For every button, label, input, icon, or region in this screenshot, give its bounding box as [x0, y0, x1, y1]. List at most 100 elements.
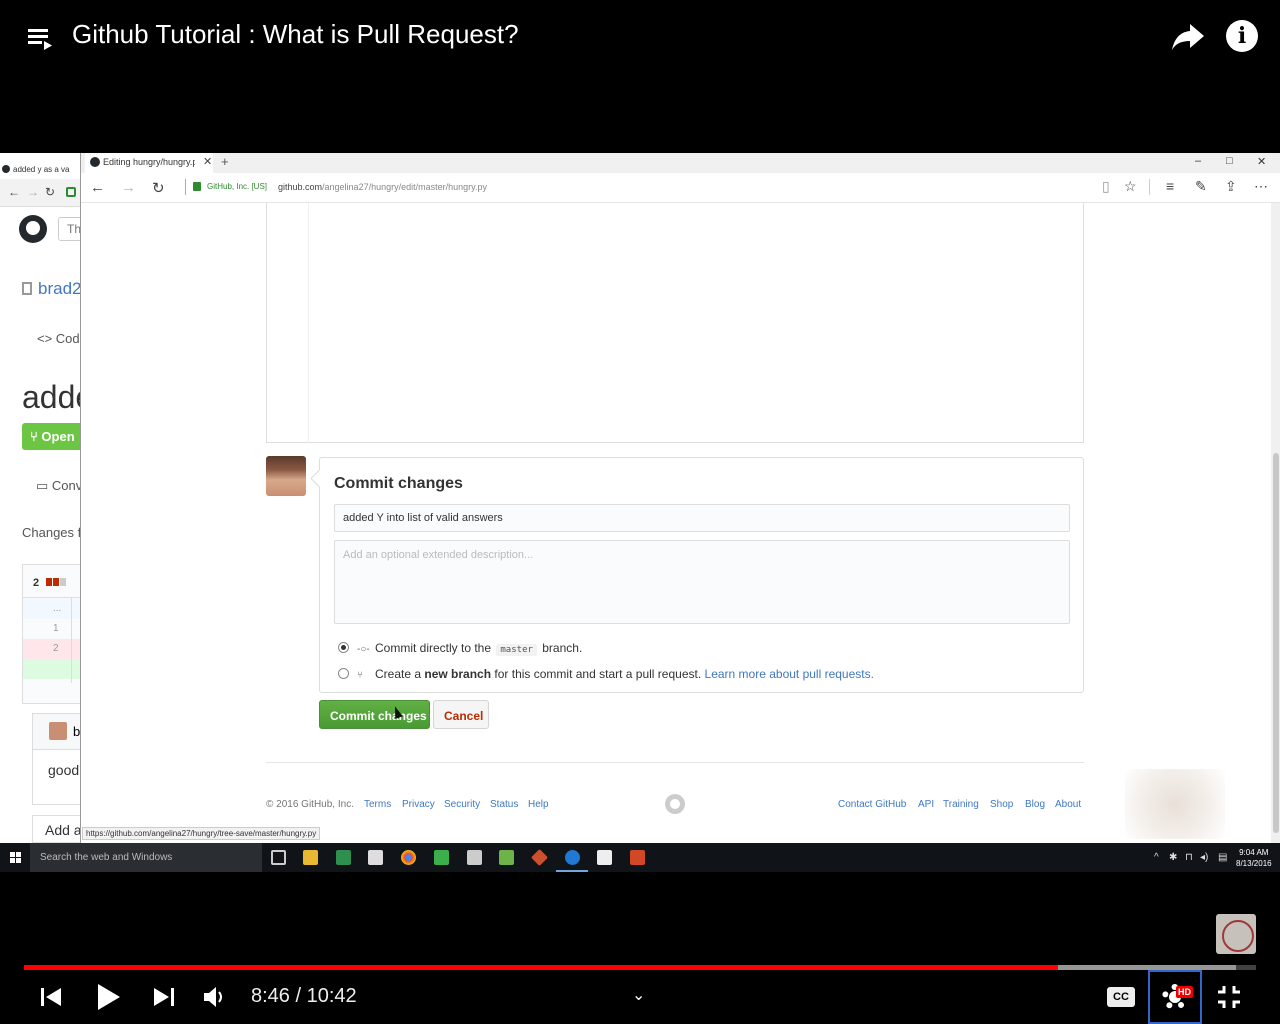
code-icon: <>: [37, 331, 56, 346]
footer-link-status[interactable]: Status: [490, 799, 518, 810]
footer-link-privacy[interactable]: Privacy: [402, 799, 435, 810]
watermark-logo: [1125, 769, 1225, 839]
github-footer-logo-icon[interactable]: [665, 794, 685, 814]
url-field[interactable]: github.com/angelina27/hungry/edit/master…: [278, 182, 487, 192]
volume-icon[interactable]: [203, 985, 227, 1009]
new-branch-option[interactable]: ⑂ Create a new branch for this commit and…: [338, 667, 874, 681]
commit-description-input[interactable]: Add an optional extended description...: [334, 540, 1070, 624]
tray-expand-icon[interactable]: ^: [1154, 852, 1159, 863]
footer-link-training[interactable]: Training: [943, 799, 979, 810]
diff-row: [23, 659, 81, 679]
forward-icon[interactable]: →: [27, 185, 39, 199]
footer-link-shop[interactable]: Shop: [990, 799, 1013, 810]
taskbar-search-input[interactable]: Search the web and Windows: [30, 843, 262, 872]
share-icon[interactable]: [1170, 20, 1206, 52]
store-icon[interactable]: [368, 850, 383, 865]
minimize-icon[interactable]: –: [1195, 155, 1201, 167]
notepadpp-icon[interactable]: [499, 850, 514, 865]
footer-link-about[interactable]: About: [1055, 799, 1081, 810]
background-diff-view: 2 ... 1 2: [22, 564, 81, 704]
file-explorer-icon[interactable]: [303, 850, 318, 865]
video-frame[interactable]: added y as a va ← → ↻ Th brad2 <> Cod ad…: [0, 153, 1280, 872]
taskbar-clock[interactable]: 9:04 AM 8/13/2016: [1236, 847, 1272, 869]
channel-watermark-logo[interactable]: [1216, 914, 1256, 954]
hub-icon[interactable]: ≡: [1166, 178, 1174, 194]
code-editor[interactable]: [266, 203, 1084, 443]
captions-button[interactable]: CC: [1107, 987, 1135, 1007]
playlist-icon[interactable]: [26, 24, 54, 52]
refresh-icon[interactable]: ↻: [152, 179, 165, 197]
share-icon[interactable]: ⇪: [1225, 178, 1237, 195]
background-tab[interactable]: added y as a va: [2, 165, 69, 174]
page-scrollbar[interactable]: [1271, 203, 1280, 843]
commit-changes-button[interactable]: Commit changes: [319, 700, 430, 729]
commit-direct-radio[interactable]: [338, 642, 349, 653]
footer-link-help[interactable]: Help: [528, 799, 549, 810]
volume-icon[interactable]: ◂): [1200, 852, 1208, 863]
back-icon[interactable]: ←: [90, 179, 105, 196]
git-icon[interactable]: [531, 849, 548, 866]
commit-icon: -○-: [357, 644, 370, 655]
notifications-icon[interactable]: ▤: [1218, 852, 1227, 863]
maximize-icon[interactable]: □: [1226, 155, 1233, 167]
network-icon[interactable]: ⊓: [1185, 852, 1193, 863]
new-branch-radio[interactable]: [338, 668, 349, 679]
next-icon[interactable]: [153, 986, 175, 1008]
tab-editing-hungry[interactable]: Editing hungry/hungry.py ✕: [85, 153, 213, 173]
previous-icon[interactable]: [40, 986, 62, 1008]
web-note-icon[interactable]: ✎: [1195, 178, 1207, 195]
footer-link-contact[interactable]: Contact GitHub: [838, 799, 906, 810]
commit-direct-option[interactable]: -○- Commit directly to the master branch.: [338, 641, 582, 656]
tray-app-icon[interactable]: ✱: [1169, 852, 1177, 863]
footer-link-terms[interactable]: Terms: [364, 799, 391, 810]
refresh-icon[interactable]: ↻: [45, 185, 55, 199]
forward-icon[interactable]: →: [121, 179, 136, 196]
toolbar-separator: [1149, 179, 1150, 195]
scrollbar-thumb[interactable]: [1273, 453, 1279, 833]
footer-link-security[interactable]: Security: [444, 799, 480, 810]
reading-view-icon[interactable]: ▯: [1102, 178, 1110, 195]
exit-fullscreen-icon[interactable]: [1215, 983, 1243, 1011]
background-conversation-tab[interactable]: ▭ Conv: [36, 478, 81, 494]
settings-button[interactable]: HD: [1148, 970, 1202, 1024]
edge-icon[interactable]: [565, 850, 580, 865]
close-tab-icon[interactable]: ✕: [203, 155, 212, 168]
background-changes-text: Changes f: [22, 525, 82, 540]
background-repo-name[interactable]: brad2: [22, 279, 81, 299]
background-add-comment[interactable]: Add a: [32, 815, 81, 843]
progress-bar[interactable]: [24, 965, 1256, 970]
excel-icon[interactable]: [336, 850, 351, 865]
background-comment: b good: [32, 713, 81, 805]
github-logo-icon[interactable]: [19, 215, 47, 243]
new-tab-icon[interactable]: +: [221, 154, 229, 169]
current-time: 8:46: [251, 985, 290, 1007]
footer-link-blog[interactable]: Blog: [1025, 799, 1045, 810]
background-search-input[interactable]: Th: [58, 217, 81, 241]
chrome-icon[interactable]: [401, 850, 416, 865]
progress-played: [24, 965, 1058, 970]
avatar[interactable]: [266, 456, 306, 496]
camtasia-icon[interactable]: [434, 850, 449, 865]
chevron-down-icon[interactable]: ⌄: [632, 985, 645, 1005]
powerpoint-icon[interactable]: [630, 850, 645, 865]
favorite-star-icon[interactable]: ☆: [1124, 178, 1137, 195]
info-icon[interactable]: i: [1226, 20, 1258, 52]
main-browser-window: Editing hungry/hungry.py ✕ + – □ ✕ ← → ↻…: [80, 153, 1280, 843]
play-icon[interactable]: [96, 983, 122, 1011]
learn-more-link[interactable]: Learn more about pull requests.: [705, 667, 874, 681]
close-window-icon[interactable]: ✕: [1257, 155, 1266, 168]
video-title[interactable]: Github Tutorial : What is Pull Request?: [72, 19, 519, 50]
certificate-label[interactable]: GitHub, Inc. [US]: [207, 182, 267, 191]
background-code-tab[interactable]: <> Cod: [37, 331, 80, 346]
more-icon[interactable]: ⋯: [1254, 178, 1268, 195]
cmd-icon[interactable]: [597, 850, 612, 865]
windows-start-icon[interactable]: [10, 852, 22, 864]
back-icon[interactable]: ←: [8, 185, 20, 199]
background-browser-window[interactable]: added y as a va ← → ↻ Th brad2 <> Cod ad…: [0, 153, 82, 843]
windows-taskbar: Search the web and Windows ^ ✱ ⊓ ◂) ▤ 9:…: [0, 843, 1280, 872]
footer-link-api[interactable]: API: [918, 799, 934, 810]
commit-summary-input[interactable]: added Y into list of valid answers: [334, 504, 1070, 532]
notepad-icon[interactable]: [467, 850, 482, 865]
cancel-button[interactable]: Cancel: [433, 700, 489, 729]
task-view-icon[interactable]: [271, 850, 286, 865]
